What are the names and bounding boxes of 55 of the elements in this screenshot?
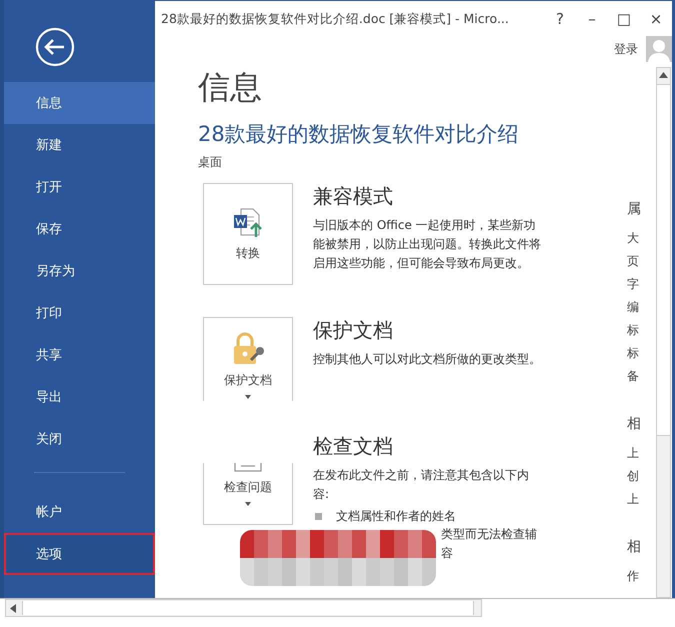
menu-item[interactable]: 选项 — [4, 533, 155, 575]
menu-item[interactable]: 共享 — [4, 334, 155, 376]
scroll-up-icon[interactable] — [659, 72, 668, 78]
menu-item[interactable]: 信息 — [4, 82, 155, 124]
action-button[interactable]: 检查问题 — [203, 463, 293, 525]
document-title: 28款最好的数据恢复软件对比介绍 — [198, 121, 520, 148]
menu-item[interactable]: 打印 — [4, 292, 155, 334]
menu-item[interactable]: 保存 — [4, 208, 155, 250]
properties-heading: 属 — [627, 200, 642, 219]
menu-item[interactable]: 另存为 — [4, 250, 155, 292]
scroll-left-icon[interactable] — [10, 604, 16, 612]
scroll-thumb[interactable] — [22, 601, 474, 615]
section-heading: 兼容模式 — [313, 183, 394, 210]
property-label: 上 — [627, 491, 640, 508]
horizontal-scrollbar[interactable] — [5, 599, 482, 617]
menu-item[interactable]: 导出 — [4, 376, 155, 418]
menu-item[interactable]: 帐户 — [4, 491, 155, 533]
vertical-scrollbar[interactable] — [656, 67, 671, 598]
bullet-text: 文档属性和作者的姓名 — [336, 508, 456, 525]
property-label: 创 — [627, 468, 640, 485]
menu-item[interactable]: 新建 — [4, 124, 155, 166]
menu-item[interactable]: 关闭 — [4, 418, 155, 460]
property-label: 标 — [627, 345, 640, 362]
properties-heading: 相 — [627, 538, 642, 557]
section-heading: 保护文档 — [313, 317, 394, 344]
section-heading: 检查文档 — [313, 433, 394, 460]
bullet-text: 类型而无法检查辅 — [440, 526, 538, 543]
page-heading: 信息 — [198, 67, 263, 108]
maximize-button[interactable]: □ — [608, 10, 640, 28]
section-description: 控制其他人可以对此文档所做的更改类型。 — [313, 351, 542, 368]
property-label: 页 — [627, 253, 640, 270]
help-button[interactable]: ? — [544, 10, 576, 28]
section-description: 与旧版本的 Office 一起使用时，某些新功能被禁用，以防止出现问题。转换此文件将启用这些功能，但可能会导致布局更改。 — [313, 217, 542, 272]
property-label: 作 — [627, 568, 640, 585]
document-upgrade-icon — [232, 206, 264, 238]
menu-item[interactable]: 打开 — [4, 166, 155, 208]
bullet-text: 容 — [440, 545, 454, 562]
sign-in-link[interactable]: 登录 — [614, 40, 638, 58]
properties-heading: 相 — [627, 415, 642, 434]
property-label: 上 — [627, 445, 640, 462]
document-location: 桌面 — [198, 154, 223, 171]
action-button[interactable]: 保护文档 — [203, 317, 293, 401]
action-button[interactable]: 转换 — [203, 183, 293, 285]
property-label: 编 — [627, 299, 640, 316]
property-label: 备 — [627, 368, 640, 385]
close-button[interactable]: × — [640, 10, 672, 28]
minimize-button[interactable]: – — [576, 10, 608, 28]
property-label: 大 — [627, 230, 640, 247]
section-description: 在发布此文件之前，请注意其包含以下内容: — [313, 467, 530, 503]
property-label: 标 — [627, 322, 640, 339]
window-title: 28款最好的数据恢复软件对比介绍.doc [兼容模式] - Micro... — [161, 10, 509, 28]
scroll-thumb[interactable] — [657, 84, 670, 436]
bullet-icon — [315, 513, 322, 520]
property-label: 字 — [627, 276, 640, 293]
avatar-icon[interactable] — [646, 36, 672, 62]
